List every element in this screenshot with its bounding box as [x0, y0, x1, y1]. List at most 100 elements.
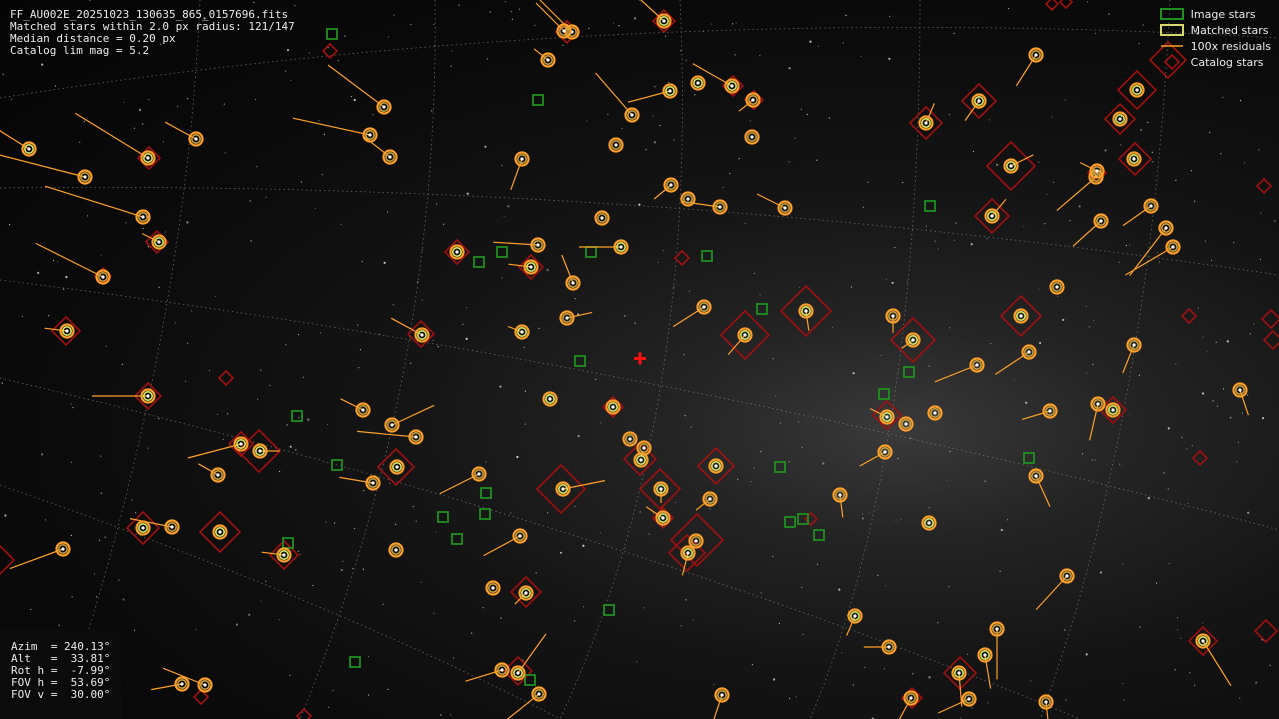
residual-line [1035, 475, 1051, 508]
grid-line [299, 0, 436, 719]
background-star [224, 152, 226, 154]
matched-star-core [1044, 700, 1048, 704]
residual-line [357, 430, 417, 438]
background-star [711, 23, 713, 25]
matched-star-core [218, 530, 222, 534]
background-star [1119, 463, 1121, 465]
matched-star-core [702, 305, 706, 309]
background-star [1202, 622, 1204, 624]
matched-star-core [239, 442, 243, 446]
matched-star-core [216, 473, 220, 477]
background-star [387, 211, 389, 213]
background-star [415, 520, 417, 522]
background-star [499, 385, 502, 388]
background-star [278, 619, 280, 621]
background-star [501, 277, 503, 279]
background-star [937, 248, 939, 250]
background-star [44, 519, 47, 521]
matched-star-core [924, 121, 928, 125]
background-star [72, 407, 74, 409]
background-star [326, 423, 329, 425]
background-star [1013, 378, 1015, 380]
background-star [135, 512, 137, 514]
matched-star-core [909, 696, 913, 700]
matched-star-core [686, 197, 690, 201]
background-star [798, 286, 800, 288]
background-star [538, 327, 540, 329]
residual-line [292, 117, 371, 136]
pointing-panel: Azim = 240.13° Alt = 33.81° Rot h = -7.99°… [0, 629, 122, 719]
background-star [133, 629, 136, 632]
matched-star-core [1027, 350, 1031, 354]
background-star [142, 123, 144, 125]
matched-star-core [669, 183, 673, 187]
background-star [1168, 563, 1170, 565]
matched-star-core [1065, 574, 1069, 578]
background-star [387, 688, 389, 691]
background-star [56, 261, 59, 263]
matched-star-core [529, 265, 533, 269]
background-star [299, 553, 301, 556]
background-star [1, 382, 3, 384]
background-star [1086, 1, 1089, 3]
background-star [1236, 461, 1238, 463]
background-star [462, 323, 464, 325]
background-star [928, 676, 931, 679]
background-star [352, 567, 354, 570]
background-star [845, 14, 847, 16]
matched-star-core [887, 645, 891, 649]
matched-star-core [1135, 88, 1139, 92]
residual-line [1129, 227, 1167, 276]
star-field-view[interactable]: FF_AU002E_20251023_130635_865_0157696.fi… [0, 0, 1279, 719]
matched-star-core [668, 89, 672, 93]
background-star [759, 294, 761, 296]
background-star [452, 657, 455, 659]
background-star [599, 532, 601, 534]
background-star [4, 514, 7, 517]
matched-star-core [548, 397, 552, 401]
legend-matched-stars: Matched stars [1159, 22, 1271, 38]
background-star [1065, 699, 1067, 701]
background-star [574, 298, 576, 300]
matched-star-core [804, 309, 808, 313]
matched-star-core [194, 137, 198, 141]
matched-star-core [361, 408, 365, 412]
matched-star-core [694, 539, 698, 543]
background-star [290, 79, 292, 82]
matched-star-core [562, 29, 566, 33]
background-star [187, 342, 189, 344]
image-star [532, 94, 544, 106]
background-star [458, 4, 460, 6]
background-star [1129, 244, 1131, 246]
background-star [948, 113, 951, 116]
background-star [118, 579, 120, 581]
background-star [1269, 664, 1271, 666]
matched-star-core [83, 175, 87, 179]
catalog-star [1180, 307, 1198, 325]
background-star [79, 141, 81, 143]
background-star [779, 422, 782, 424]
background-star [953, 239, 956, 241]
background-star [895, 519, 897, 521]
catalog-star [1058, 0, 1074, 10]
background-star [607, 113, 609, 115]
matched-stars [21, 13, 1248, 710]
background-star [70, 534, 72, 537]
background-star [122, 598, 125, 601]
matched-star-core [141, 526, 145, 530]
matched-star-core [561, 487, 565, 491]
background-star [367, 694, 370, 696]
matched-star-core [141, 215, 145, 219]
background-star [738, 158, 740, 160]
matched-star-core [977, 99, 981, 103]
matched-star-core [957, 671, 961, 675]
background-star [634, 17, 637, 20]
background-star [507, 205, 510, 208]
background-star [1253, 323, 1255, 325]
background-star [214, 295, 216, 297]
background-star [773, 678, 776, 681]
matched-star-core [885, 415, 889, 419]
background-star [340, 568, 343, 572]
background-star [1163, 472, 1165, 474]
background-star [1122, 683, 1124, 685]
